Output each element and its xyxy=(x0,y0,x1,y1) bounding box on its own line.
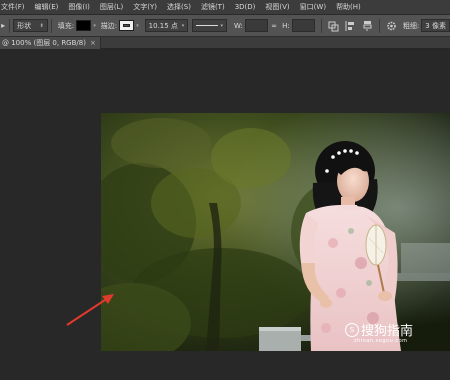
chevron-down-icon[interactable]: ▾ xyxy=(134,23,140,29)
annotation-arrow-icon xyxy=(66,294,114,326)
height-label: H: xyxy=(282,21,290,30)
chevron-down-icon: ▾ xyxy=(181,22,185,29)
options-bar: ▸ 形状 ⬍ 填充: ▾ 描边: ▾ 10.15 点 ▾ ▾ W: ∞ H: 粗… xyxy=(0,15,450,37)
width-label: W: xyxy=(234,21,243,30)
menu-type[interactable]: 文字(Y) xyxy=(133,2,157,12)
tool-preset-icon[interactable]: ▸ xyxy=(0,20,6,32)
photo-image xyxy=(101,113,450,351)
menu-3d[interactable]: 3D(D) xyxy=(235,3,256,11)
document-tab[interactable]: @ 100% (图层 0, RGB/8) × xyxy=(0,37,101,49)
gear-icon[interactable] xyxy=(386,20,397,32)
menu-window[interactable]: 窗口(W) xyxy=(300,2,326,12)
menu-edit[interactable]: 编辑(E) xyxy=(35,2,59,12)
watermark-subtext: zhinan.sogou.com xyxy=(354,338,408,344)
stroke-line-preview xyxy=(196,25,218,26)
chevron-down-icon[interactable]: ▾ xyxy=(91,23,97,29)
chevron-down-icon: ⬍ xyxy=(39,22,44,29)
separator xyxy=(321,18,323,33)
document-canvas[interactable] xyxy=(101,113,450,351)
path-alignment-icon[interactable] xyxy=(345,20,356,32)
path-arrangement-icon[interactable] xyxy=(362,20,373,32)
menu-image[interactable]: 图像(I) xyxy=(68,2,90,12)
menu-view[interactable]: 视图(V) xyxy=(265,2,289,12)
menu-help[interactable]: 帮助(H) xyxy=(336,2,361,12)
fill-swatch[interactable] xyxy=(76,20,92,31)
close-icon[interactable]: × xyxy=(90,39,96,47)
fill-label: 填充: xyxy=(57,21,75,30)
width-field[interactable] xyxy=(244,19,269,32)
separator xyxy=(50,18,52,33)
separator xyxy=(9,18,11,33)
watermark: S 搜狗指南 xyxy=(345,320,413,339)
roughness-field[interactable]: 3 像素 xyxy=(421,19,450,32)
menu-layer[interactable]: 图层(L) xyxy=(100,2,123,12)
separator xyxy=(379,18,380,33)
stroke-swatch[interactable] xyxy=(119,20,135,31)
shape-mode-value: 形状 xyxy=(17,21,32,30)
height-field[interactable] xyxy=(291,19,316,32)
link-icon[interactable]: ∞ xyxy=(271,22,277,30)
stroke-size-field[interactable]: 10.15 点 ▾ xyxy=(144,19,189,32)
sogou-logo-icon: S xyxy=(345,322,359,337)
menu-bar: 文件(F) 编辑(E) 图像(I) 图层(L) 文字(Y) 选择(S) 滤镜(T… xyxy=(0,0,450,15)
watermark-text: 搜狗指南 xyxy=(361,324,414,339)
stroke-size-value: 10.15 点 xyxy=(148,21,178,30)
menu-file[interactable]: 文件(F) xyxy=(1,2,25,12)
menu-filter[interactable]: 滤镜(T) xyxy=(201,2,225,12)
document-tab-title: @ 100% (图层 0, RGB/8) xyxy=(2,39,86,47)
roughness-value: 3 像素 xyxy=(425,21,446,30)
stroke-label: 描边: xyxy=(100,21,118,30)
shape-mode-select[interactable]: 形状 ⬍ xyxy=(13,19,48,32)
roughness-label: 粗细: xyxy=(402,21,420,30)
path-operations-icon[interactable] xyxy=(328,20,339,32)
chevron-down-icon: ▾ xyxy=(220,22,224,29)
menu-select[interactable]: 选择(S) xyxy=(167,2,191,12)
stroke-type-select[interactable]: ▾ xyxy=(192,19,228,32)
document-tab-bar: @ 100% (图层 0, RGB/8) × xyxy=(0,37,450,49)
